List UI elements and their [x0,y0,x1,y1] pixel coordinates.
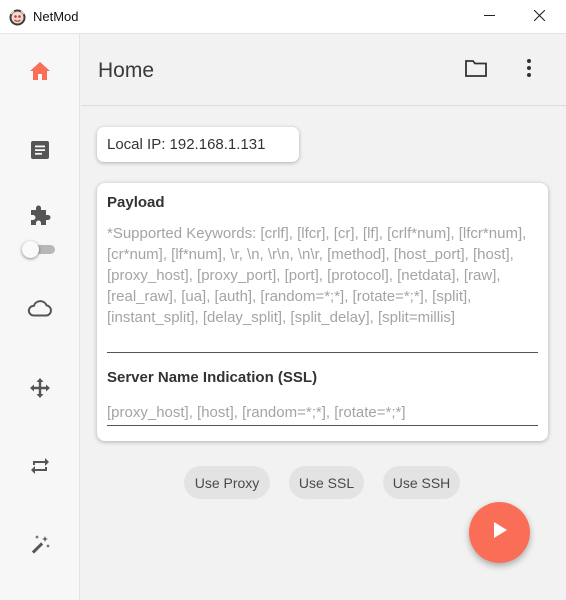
use-ssl-chip[interactable]: Use SSL [289,466,364,499]
page-header: Home [81,34,566,106]
payload-label: Payload [107,194,165,211]
sidebar-item-cloud[interactable] [22,292,58,328]
sni-input[interactable] [107,399,538,426]
local-ip-text: Local IP: 192.168.1.131 [107,136,266,153]
minimize-button[interactable] [466,0,512,34]
close-icon [533,8,545,26]
use-proxy-chip[interactable]: Use Proxy [184,466,270,499]
cloud-icon [27,299,53,322]
sidebar-item-move[interactable] [22,372,58,408]
more-vertical-icon [526,58,532,83]
title-bar: NetMod [0,0,566,34]
window-title: NetMod [33,9,79,24]
folder-icon [465,59,487,82]
magic-wand-icon [29,534,51,561]
move-arrows-icon [29,377,51,404]
sidebar [0,34,80,600]
app-logo-icon [9,9,26,26]
use-ssh-chip[interactable]: Use SSH [383,466,460,499]
sidebar-toggle[interactable] [21,240,57,258]
close-button[interactable] [516,0,562,34]
open-folder-button[interactable] [462,56,490,84]
document-icon [31,140,49,164]
toggle-thumb [22,241,39,258]
sidebar-item-plugins[interactable] [22,199,58,235]
page-title: Home [98,59,155,82]
sidebar-item-repeat[interactable] [22,450,58,486]
repeat-icon [29,455,51,482]
sidebar-item-logs[interactable] [22,134,58,170]
home-icon [30,61,50,85]
payload-card: Payload Server Name Indication (SSL) [97,183,548,441]
minimize-icon [483,8,495,26]
sidebar-item-tools[interactable] [22,529,58,565]
start-button[interactable] [469,502,530,563]
sni-label: Server Name Indication (SSL) [107,369,318,386]
puzzle-icon [29,204,51,231]
play-icon [492,521,508,544]
payload-input[interactable] [107,223,538,353]
local-ip-card: Local IP: 192.168.1.131 [97,127,299,162]
sidebar-item-home[interactable] [22,55,58,91]
more-menu-button[interactable] [515,56,543,84]
